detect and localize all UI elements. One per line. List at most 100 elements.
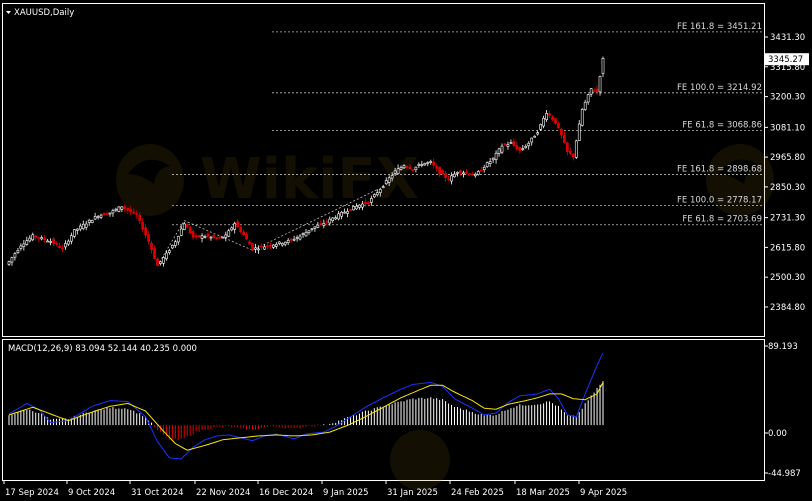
candle-body xyxy=(260,245,263,248)
candle-body xyxy=(49,241,52,243)
candle-body xyxy=(212,234,216,238)
candle-body xyxy=(361,203,364,208)
candle-body xyxy=(343,211,346,214)
candle-body xyxy=(595,88,599,92)
candle-body xyxy=(277,241,281,244)
candle-body xyxy=(251,243,254,251)
price-tick-label: 2615.80 xyxy=(770,243,805,253)
candle-body xyxy=(233,223,237,230)
macd-line xyxy=(8,352,604,460)
candle-body xyxy=(349,209,352,211)
candle-body xyxy=(194,235,198,237)
candle-body xyxy=(408,166,412,169)
candle-body xyxy=(450,175,453,182)
candle-body xyxy=(367,202,370,205)
candle-body xyxy=(352,206,355,211)
candle-body xyxy=(263,246,266,250)
candle-body xyxy=(313,226,317,229)
candle-body xyxy=(503,143,507,146)
candle-body xyxy=(227,230,231,237)
candle-body xyxy=(435,166,439,169)
candle-body xyxy=(462,172,465,175)
candle-body xyxy=(340,211,343,217)
candle-body xyxy=(527,143,531,147)
candle-body xyxy=(102,213,106,216)
candle-body xyxy=(221,236,225,239)
candle-body xyxy=(215,237,219,239)
candle-body xyxy=(129,209,133,213)
candle-body xyxy=(168,250,171,253)
price-tick-label: 3431.30 xyxy=(770,33,805,43)
candle-body xyxy=(334,217,338,220)
candle-body xyxy=(269,244,272,247)
candle-body xyxy=(441,170,444,174)
candle-body xyxy=(322,223,326,226)
candle-body xyxy=(81,223,85,230)
candle-body xyxy=(209,236,213,239)
candle-body xyxy=(46,240,49,243)
candle-body xyxy=(494,152,498,160)
candle-body xyxy=(37,237,41,239)
candle-body xyxy=(25,240,29,245)
candle-body xyxy=(304,231,308,237)
candle-body xyxy=(165,252,168,260)
candle-body xyxy=(64,243,67,248)
candle-body xyxy=(126,207,130,211)
candle-body xyxy=(429,161,433,163)
candle-body xyxy=(405,166,409,168)
chart-canvas: WikiFX FE 161.8 = 3451.21 FE 100.0 = 3214… xyxy=(2,3,809,498)
candle-body xyxy=(132,211,136,214)
candle-body xyxy=(96,216,100,218)
price-tick-label: 2500.30 xyxy=(770,273,805,283)
candle-body xyxy=(372,194,376,198)
candle-body xyxy=(533,135,537,138)
candle-body xyxy=(200,235,204,239)
price-tick-label: 3200.30 xyxy=(770,93,805,103)
candle-body xyxy=(583,101,587,110)
candle-body xyxy=(141,221,144,230)
candle-body xyxy=(254,247,257,250)
macd-label: MACD(12,26,9) 83.094 52.144 40.235 0.000 xyxy=(8,344,197,354)
candle-body xyxy=(601,58,605,74)
candle-body xyxy=(470,173,474,176)
candle-body xyxy=(67,240,70,245)
candle-body xyxy=(58,245,61,248)
candle-body xyxy=(266,245,269,248)
trendline xyxy=(157,220,185,266)
candle-body xyxy=(390,175,394,179)
candle-body xyxy=(150,242,153,250)
macd-tick-label: 89.193 xyxy=(768,342,798,352)
candle-body xyxy=(292,238,296,241)
candle-body xyxy=(248,241,251,245)
candle-body xyxy=(411,169,415,171)
candle-body xyxy=(78,225,82,230)
candle-body xyxy=(592,90,596,92)
candle-body xyxy=(239,226,242,233)
candle-body xyxy=(506,144,510,147)
candle-body xyxy=(387,177,391,183)
candle-body xyxy=(488,161,492,165)
candle-body xyxy=(521,148,525,150)
candle-body xyxy=(568,151,572,154)
candle-body xyxy=(536,132,539,135)
candle-body xyxy=(191,231,195,238)
fib-label: FE 61.8 = 2703.69 xyxy=(682,215,762,225)
macd-tick-label: 0.00 xyxy=(768,429,787,439)
candle-body xyxy=(162,257,165,264)
candle-body xyxy=(545,113,548,120)
candle-body xyxy=(586,94,590,103)
candle-body xyxy=(554,118,557,124)
candle-body xyxy=(420,164,424,166)
candle-body xyxy=(99,214,103,218)
candle-body xyxy=(179,228,183,236)
candle-body xyxy=(399,167,403,170)
candle-body xyxy=(482,167,486,171)
candle-body xyxy=(423,163,427,166)
candle-body xyxy=(75,228,79,231)
candle-body xyxy=(456,172,459,174)
chevron-down-icon[interactable] xyxy=(6,11,11,14)
candle-body xyxy=(524,146,528,149)
candle-body xyxy=(90,220,94,224)
candle-body xyxy=(384,180,388,185)
fib-label: FE 100.0 = 3214.92 xyxy=(677,83,762,93)
